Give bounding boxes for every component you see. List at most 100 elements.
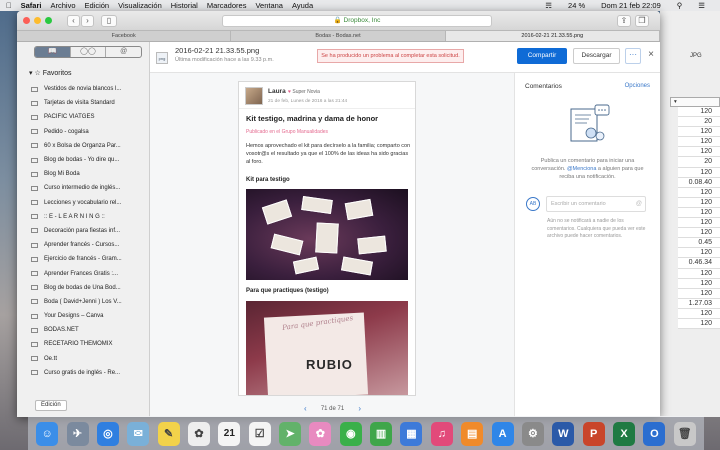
- favorites-title: Favoritos: [42, 70, 72, 77]
- keynote-icon[interactable]: ▦: [400, 421, 423, 446]
- tab-facebook[interactable]: Facebook: [17, 31, 232, 41]
- trash-icon[interactable]: 🗑: [673, 421, 696, 446]
- comment-options-link[interactable]: Opciones: [625, 83, 650, 89]
- reminders-icon[interactable]: ☑: [248, 421, 271, 446]
- itunes-icon[interactable]: ♫: [430, 421, 453, 446]
- favorite-item[interactable]: BODAS.NET: [23, 323, 148, 337]
- favorite-item[interactable]: Oe.tt: [23, 352, 148, 366]
- bookmark-icon: [31, 285, 38, 291]
- menu-edicion[interactable]: Edición: [85, 1, 110, 10]
- background-cell: 120: [678, 248, 720, 259]
- menu-safari[interactable]: Safari: [21, 1, 42, 10]
- background-select[interactable]: ▾: [670, 97, 720, 107]
- photos-app-icon[interactable]: ✿: [309, 421, 332, 446]
- favorites-header[interactable]: ▾ ☆ Favoritos: [29, 69, 71, 77]
- menu-ayuda[interactable]: Ayuda: [292, 1, 313, 10]
- file-modified: Última modificación hace a las 9.33 p.m.: [175, 57, 274, 63]
- favorite-item[interactable]: Decoración para fiestas inf...: [23, 224, 148, 238]
- favorite-item[interactable]: Ejercicio de francés - Gram...: [23, 252, 148, 266]
- word-icon[interactable]: W: [552, 421, 575, 446]
- tag-card: [292, 256, 320, 275]
- favorite-item[interactable]: Aprender Frances Gratis :...: [23, 266, 148, 280]
- previous-page-button[interactable]: ‹: [304, 404, 307, 414]
- forward-button[interactable]: ›: [81, 15, 94, 27]
- favorite-item[interactable]: Tarjetas de visita Standard: [23, 96, 148, 110]
- launchpad-icon[interactable]: ✈: [66, 421, 89, 446]
- address-bar[interactable]: 🔒 Dropbox, Inc: [222, 15, 492, 27]
- outlook-icon[interactable]: O: [643, 421, 666, 446]
- appstore-icon[interactable]: A: [491, 421, 514, 446]
- safari-icon[interactable]: ◎: [96, 421, 119, 446]
- post-divider: [239, 108, 415, 109]
- favorite-item[interactable]: Vestidos de novia blancos l...: [23, 82, 148, 96]
- comment-input[interactable]: Escribir un comentario @: [546, 196, 646, 212]
- finder-icon[interactable]: ☺: [36, 421, 59, 446]
- favorite-label: Your Designs – Canva: [44, 313, 104, 320]
- spotlight-icon[interactable]: ⚲: [677, 1, 683, 10]
- favorite-item[interactable]: Boda ( David+Jenni ) Los V...: [23, 295, 148, 309]
- photos-icon[interactable]: ✿: [187, 421, 210, 446]
- menu-archivo[interactable]: Archivo: [50, 1, 75, 10]
- favorite-item[interactable]: 60 x Bolsa de Organza Par...: [23, 139, 148, 153]
- close-icon[interactable]: ×: [645, 47, 657, 63]
- close-window-button[interactable]: [23, 17, 30, 24]
- previewed-post[interactable]: Laura ♥ Super Novia 21 de feb, Lunes de …: [238, 81, 416, 396]
- background-cell: 0.46.34: [678, 258, 720, 269]
- more-options-button[interactable]: ···: [625, 48, 641, 64]
- notes-icon[interactable]: ✎: [157, 421, 180, 446]
- user-avatar: AB: [526, 197, 540, 211]
- edit-favorites-button[interactable]: Edición: [35, 400, 67, 411]
- download-button[interactable]: Descargar: [573, 48, 620, 64]
- tab-dropbox-image[interactable]: 2016-02-21 21.33.55.png: [445, 31, 660, 41]
- favorite-item[interactable]: Blog de bodas de Una Bod...: [23, 281, 148, 295]
- mail-icon[interactable]: ✉: [127, 421, 150, 446]
- favorite-item[interactable]: Aprender francés - Cursos...: [23, 238, 148, 252]
- excel-icon[interactable]: X: [613, 421, 635, 446]
- calendar-icon[interactable]: 21: [218, 421, 241, 446]
- tab-bodas[interactable]: Bodas - Bodas.net: [231, 31, 446, 41]
- powerpoint-icon[interactable]: P: [582, 421, 605, 446]
- favorite-item[interactable]: Lecciones y vocabulario rel...: [23, 196, 148, 210]
- facetime-icon[interactable]: ◉: [339, 421, 362, 446]
- favorite-item[interactable]: PACIFIC VIATGES: [23, 110, 148, 124]
- back-button[interactable]: ‹: [67, 15, 80, 27]
- share-icon[interactable]: ⇪: [617, 15, 631, 27]
- menu-historial[interactable]: Historial: [171, 1, 198, 10]
- bookmarks-tab-icon[interactable]: 📖: [35, 47, 71, 57]
- bookmark-icon: [31, 129, 38, 135]
- zoom-window-button[interactable]: [45, 17, 52, 24]
- system-prefs-icon[interactable]: ⚙: [521, 421, 544, 446]
- favorite-item[interactable]: Blog Mi Boda: [23, 167, 148, 181]
- menu-ventana[interactable]: Ventana: [255, 1, 283, 10]
- tabs-overview-icon[interactable]: ❐: [635, 15, 649, 27]
- menu-visualizacion[interactable]: Visualización: [118, 1, 162, 10]
- minimize-window-button[interactable]: [34, 17, 41, 24]
- share-button[interactable]: Compartir: [517, 48, 567, 64]
- ibooks-icon[interactable]: ▤: [461, 421, 484, 446]
- favorite-item[interactable]: Blog de bodas - Yo dire qu...: [23, 153, 148, 167]
- reading-list-tab-icon[interactable]: ◯◯: [71, 47, 107, 57]
- notification-center-icon[interactable]: ☰: [698, 1, 705, 10]
- background-cell: 1.27.03: [678, 298, 720, 309]
- maps-icon[interactable]: ➤: [279, 421, 302, 446]
- sidebar-toggle-button[interactable]: ▯: [101, 15, 117, 27]
- numbers-icon[interactable]: ▥: [370, 421, 393, 446]
- battery-status[interactable]: 24 %: [568, 1, 585, 10]
- background-cell: 120: [678, 197, 720, 208]
- next-page-button[interactable]: ›: [358, 404, 361, 414]
- dock: ☺ ✈ ◎ ✉ ✎ ✿ 21 ☑ ➤ ✿ ◉ ▥ ▦ ♫ ▤ A ⚙ W P X O 🗑: [28, 416, 704, 450]
- favorite-item[interactable]: :: E - L E A R N I N G ::: [23, 210, 148, 224]
- favorite-item[interactable]: Your Designs – Canva: [23, 309, 148, 323]
- mention-link[interactable]: @Menciona: [567, 166, 596, 172]
- favorite-label: BODAS.NET: [44, 327, 79, 334]
- favorite-item[interactable]: Pedido - cogalsa: [23, 125, 148, 139]
- mention-icon[interactable]: @: [636, 197, 642, 211]
- shared-links-tab-icon[interactable]: @: [106, 47, 141, 57]
- favorite-item[interactable]: Curso gratis de inglés - Re...: [23, 366, 148, 380]
- favorite-item[interactable]: Curso intermedio de inglés...: [23, 181, 148, 195]
- menu-marcadores[interactable]: Marcadores: [207, 1, 247, 10]
- apple-menu-icon[interactable]: : [6, 1, 12, 10]
- wifi-icon[interactable]: ☴: [545, 1, 552, 10]
- favorite-item[interactable]: RECETARIO THEMOMIX: [23, 337, 148, 351]
- menubar-clock[interactable]: Dom 21 feb 22:09: [601, 1, 661, 10]
